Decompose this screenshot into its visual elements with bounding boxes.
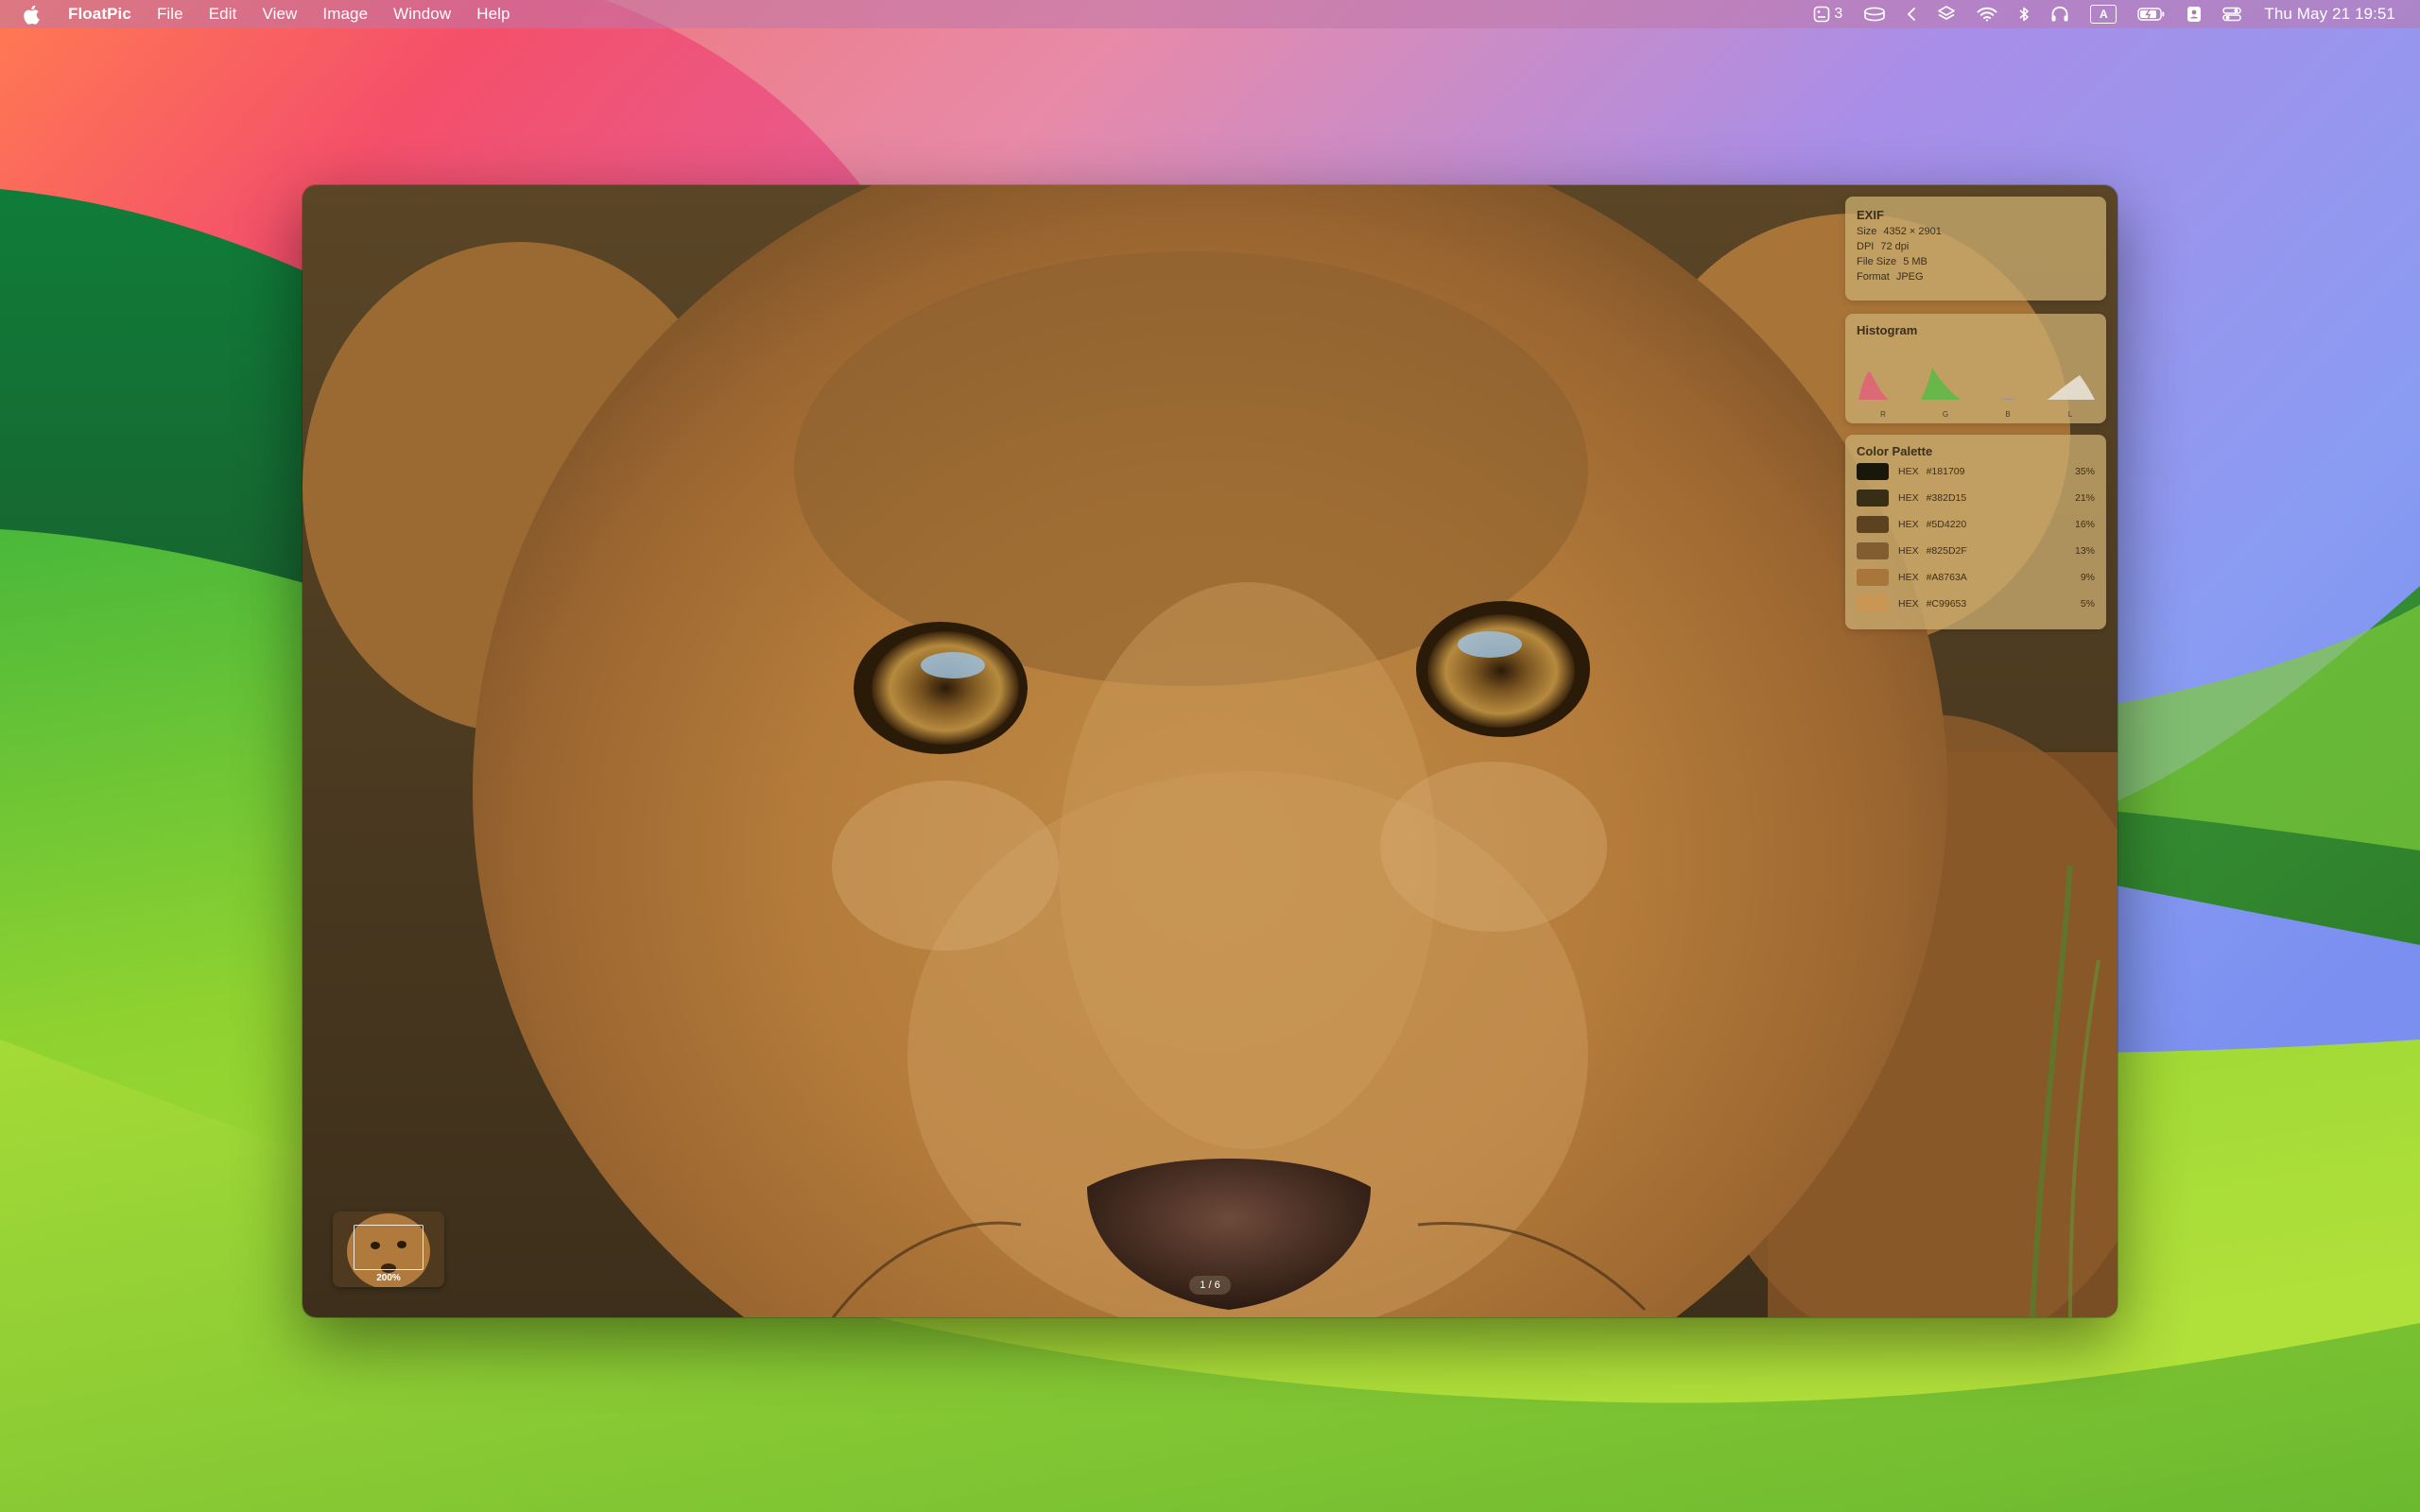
color-percent: 35% [2074, 466, 2095, 477]
histogram-label-g: G [1942, 410, 1949, 419]
histogram-panel: Histogram R G B L [1845, 314, 2106, 423]
layers-icon[interactable] [1937, 0, 1956, 28]
color-swatch [1857, 516, 1889, 533]
menubar-clock[interactable]: Thu May 21 19:51 [2264, 5, 2395, 24]
color-swatch [1857, 490, 1889, 507]
hex-value: #382D15 [1926, 492, 1967, 504]
image-viewer-window[interactable]: EXIF Size 4352 × 2901 DPI 72 dpi File Size… [302, 185, 2118, 1317]
menu-app-name[interactable]: FloatPic [68, 5, 131, 24]
control-center-icon[interactable] [2222, 0, 2242, 28]
menu-help[interactable]: Help [476, 5, 510, 24]
color-palette-title: Color Palette [1857, 444, 1933, 458]
chevron-left-icon[interactable] [1907, 0, 1916, 28]
color-percent: 9% [2080, 572, 2095, 583]
palette-row[interactable]: HEX #5D4220 16% [1857, 511, 2095, 538]
zoom-level: 200% [376, 1273, 401, 1283]
palette-row[interactable]: HEX #382D15 21% [1857, 485, 2095, 511]
palette-row[interactable]: HEX #181709 35% [1857, 458, 2095, 485]
exif-row-dpi: DPI 72 dpi [1857, 241, 2095, 252]
color-swatch [1857, 569, 1889, 586]
histogram-charts: R G B L [1857, 345, 2095, 419]
battery-icon[interactable] [2137, 0, 2166, 28]
menu-bar: FloatPic File Edit View Image Window Hel… [0, 0, 2420, 28]
menu-file[interactable]: File [157, 5, 183, 24]
hex-label: HEX [1898, 572, 1919, 583]
drive-icon[interactable] [1863, 0, 1886, 28]
hex-label: HEX [1898, 545, 1919, 557]
hex-label: HEX [1898, 466, 1919, 477]
histogram-label-l: L [2067, 410, 2073, 419]
histogram-channel-g [1919, 345, 1972, 419]
hex-value: #825D2F [1926, 545, 1967, 557]
histogram-title: Histogram [1857, 323, 1918, 337]
exif-key: Format [1857, 271, 1890, 283]
histogram-label-r: R [1880, 410, 1886, 419]
color-percent: 16% [2074, 519, 2095, 530]
exif-value: 72 dpi [1880, 241, 1910, 252]
color-swatch [1857, 542, 1889, 559]
wifi-icon[interactable] [1977, 0, 1997, 28]
color-percent: 13% [2074, 545, 2095, 557]
exif-row-format: Format JPEG [1857, 271, 2095, 283]
input-source-label: A [2090, 5, 2118, 24]
exif-key: DPI [1857, 241, 1875, 252]
notification-counter-icon[interactable]: 3 [1813, 0, 1842, 28]
input-source-icon[interactable]: A [2090, 0, 2118, 28]
color-percent: 21% [2074, 492, 2095, 504]
palette-row[interactable]: HEX #C99653 5% [1857, 591, 2095, 617]
user-card-icon[interactable] [2187, 0, 2202, 28]
exif-panel: EXIF Size 4352 × 2901 DPI 72 dpi File Size… [1845, 197, 2106, 301]
menu-view[interactable]: View [262, 5, 297, 24]
exif-key: Size [1857, 226, 1877, 237]
histogram-channel-b [1981, 345, 2034, 419]
status-area: 3 A Thu May 21 19:51 [1792, 0, 2395, 28]
hex-label: HEX [1898, 492, 1919, 504]
navigator-viewport[interactable] [354, 1225, 424, 1270]
apple-logo-icon[interactable] [23, 4, 43, 25]
color-palette-panel: Color Palette HEX #181709 35% HEX #382D1… [1845, 435, 2106, 629]
histogram-channel-l [2044, 345, 2097, 419]
hex-value: #A8763A [1926, 572, 1967, 583]
histogram-label-b: B [2005, 410, 2011, 419]
menu-window[interactable]: Window [393, 5, 451, 24]
exif-value: 5 MB [1903, 256, 1927, 267]
exif-title: EXIF [1857, 208, 1884, 222]
exif-value: 4352 × 2901 [1883, 226, 1942, 237]
hex-value: #5D4220 [1926, 519, 1967, 530]
bluetooth-icon[interactable] [2018, 0, 2030, 28]
color-swatch [1857, 595, 1889, 612]
exif-value: JPEG [1895, 271, 1924, 283]
navigator-thumbnail[interactable]: 200% [333, 1211, 444, 1287]
exif-row-file-size: File Size 5 MB [1857, 256, 2095, 267]
histogram-channel-r [1857, 345, 1910, 419]
menu-image[interactable]: Image [322, 5, 368, 24]
palette-row[interactable]: HEX #A8763A 9% [1857, 564, 2095, 591]
headphones-icon[interactable] [2050, 0, 2069, 28]
hex-value: #181709 [1926, 466, 1965, 477]
notification-count: 3 [1834, 6, 1843, 22]
hex-label: HEX [1898, 598, 1919, 610]
hex-label: HEX [1898, 519, 1919, 530]
palette-row[interactable]: HEX #825D2F 13% [1857, 538, 2095, 564]
image-counter: 1 / 6 [1189, 1276, 1231, 1295]
menu-edit[interactable]: Edit [209, 5, 237, 24]
exif-key: File Size [1857, 256, 1897, 267]
exif-row-size: Size 4352 × 2901 [1857, 226, 2095, 237]
hex-value: #C99653 [1926, 598, 1967, 610]
color-percent: 5% [2080, 598, 2095, 610]
color-swatch [1857, 463, 1889, 480]
